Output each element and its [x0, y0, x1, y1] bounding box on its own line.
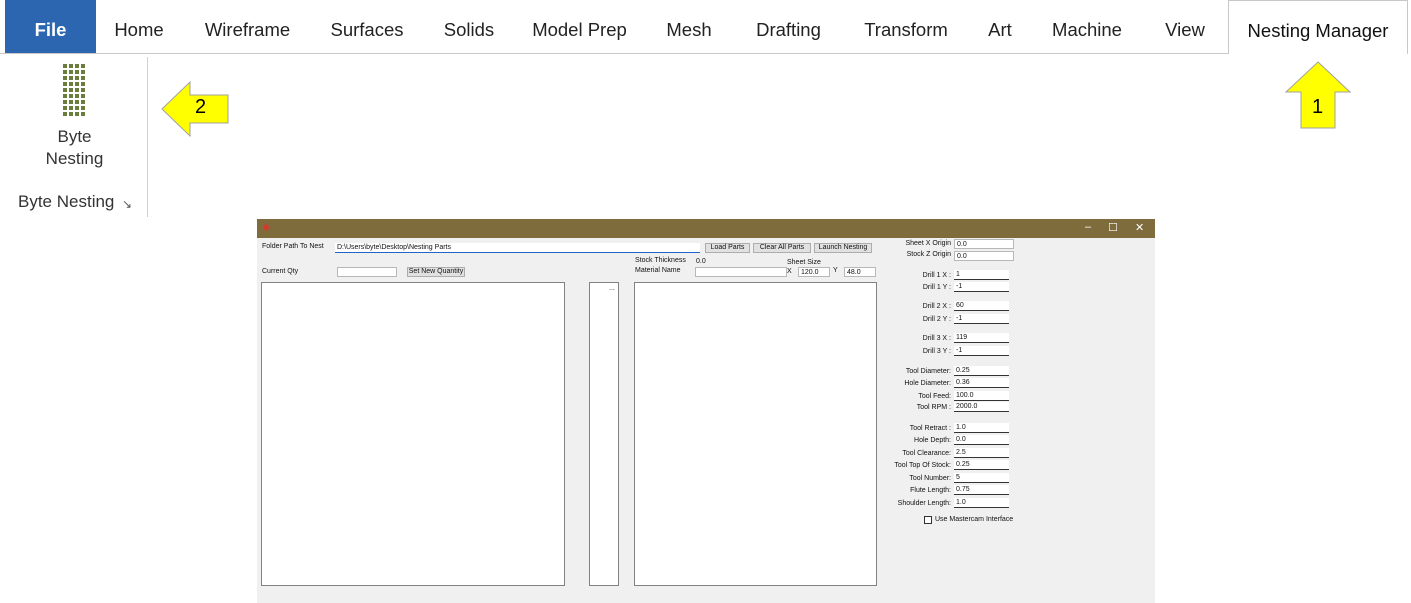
- tab-model-prep[interactable]: Model Prep: [528, 0, 631, 54]
- byte-nesting-label-line2: Nesting: [45, 149, 104, 168]
- setting-input[interactable]: -1: [954, 346, 1009, 356]
- sheet-x-label: X: [787, 268, 792, 275]
- launch-nesting-button[interactable]: Launch Nesting: [814, 243, 872, 253]
- callout-number-2: 2: [195, 96, 207, 118]
- callout-number-1: 1: [1312, 96, 1324, 118]
- setting-label: Drill 1 Y :: [922, 284, 951, 291]
- setting-label: Sheet X Origin: [905, 240, 951, 247]
- app-icon: ✹: [262, 223, 271, 234]
- setting-input[interactable]: 2.5: [954, 448, 1009, 458]
- tab-solids[interactable]: Solids: [438, 0, 500, 54]
- folder-path-label: Folder Path To Nest: [262, 243, 324, 250]
- load-parts-button[interactable]: Load Parts: [705, 243, 750, 253]
- preview-listbox[interactable]: [634, 282, 877, 586]
- sheet-x-input[interactable]: 120.0: [798, 267, 830, 277]
- setting-label: Flute Length:: [910, 487, 951, 494]
- minimize-icon[interactable]: –: [1085, 221, 1091, 233]
- setting-input[interactable]: 119: [954, 333, 1009, 343]
- setting-input[interactable]: 5: [954, 473, 1009, 483]
- grid-dots-icon: [63, 64, 85, 122]
- setting-label: Tool Feed:: [918, 393, 951, 400]
- setting-input[interactable]: 100.0: [954, 391, 1009, 401]
- dialog-launcher-icon[interactable]: ↘: [122, 197, 132, 211]
- setting-label: Hole Depth:: [914, 437, 951, 444]
- tab-drafting[interactable]: Drafting: [744, 0, 833, 54]
- ribbon-divider: [0, 53, 1228, 54]
- setting-input[interactable]: 0.0: [954, 251, 1014, 261]
- setting-label: Shoulder Length:: [897, 500, 951, 507]
- current-qty-label: Current Qty: [262, 268, 299, 275]
- setting-label: Drill 3 X :: [922, 335, 951, 342]
- setting-input[interactable]: 2000.0: [954, 402, 1009, 412]
- setting-label: Tool RPM :: [916, 404, 951, 411]
- ellipsis-text: ...: [609, 285, 615, 292]
- tab-mesh[interactable]: Mesh: [660, 0, 718, 54]
- tab-file[interactable]: File: [5, 0, 96, 54]
- setting-input[interactable]: 0.0: [954, 239, 1014, 249]
- set-new-quantity-button[interactable]: Set New Quantity: [407, 267, 465, 277]
- setting-label: Tool Top Of Stock:: [894, 462, 951, 469]
- setting-label: Tool Number:: [909, 475, 951, 482]
- byte-nesting-label: Byte Nesting: [22, 126, 127, 170]
- stock-thickness-label: Stock Thickness: [635, 257, 686, 264]
- setting-input[interactable]: 0.36: [954, 378, 1009, 388]
- ribbon-tab-bar: File Home Wireframe Surfaces Solids Mode…: [0, 0, 1411, 54]
- setting-input[interactable]: -1: [954, 282, 1009, 292]
- stock-thickness-value[interactable]: 0.0: [696, 258, 706, 265]
- callout-arrow-up-icon: [1284, 61, 1352, 129]
- nesting-window: ✹ – ☐ ✕ Folder Path To Nest D:\Users\byt…: [257, 219, 1155, 603]
- tab-transform[interactable]: Transform: [860, 0, 952, 54]
- setting-label: Drill 2 Y :: [922, 316, 951, 323]
- tab-wireframe[interactable]: Wireframe: [200, 0, 295, 54]
- folder-path-input[interactable]: D:\Users\byte\Desktop\Nesting Parts: [335, 243, 700, 253]
- parts-listbox[interactable]: [261, 282, 565, 586]
- current-qty-input[interactable]: [337, 267, 397, 277]
- group-separator: [147, 57, 148, 217]
- tab-view[interactable]: View: [1157, 0, 1213, 54]
- sheet-size-label: Sheet Size: [787, 259, 821, 266]
- maximize-icon[interactable]: ☐: [1108, 221, 1118, 234]
- use-mastercam-label: Use Mastercam Interface: [935, 516, 1014, 523]
- setting-input[interactable]: 0.75: [954, 485, 1009, 495]
- setting-input[interactable]: -1: [954, 314, 1009, 324]
- setting-input[interactable]: 1: [954, 270, 1009, 280]
- setting-label: Tool Clearance:: [902, 450, 951, 457]
- material-name-input[interactable]: [695, 267, 787, 277]
- sheet-y-label: Y: [833, 267, 838, 274]
- material-name-label: Material Name: [635, 267, 681, 274]
- setting-label: Hole Diameter:: [904, 380, 951, 387]
- setting-label: Drill 2 X :: [922, 303, 951, 310]
- byte-nesting-button[interactable]: Byte Nesting: [22, 62, 127, 174]
- sheet-y-input[interactable]: 48.0: [844, 267, 876, 277]
- tab-machine[interactable]: Machine: [1048, 0, 1126, 54]
- window-titlebar: ✹ – ☐ ✕: [257, 219, 1155, 238]
- setting-input[interactable]: 1.0: [954, 423, 1009, 433]
- group-label-byte-nesting: Byte Nesting: [18, 192, 115, 211]
- clear-all-parts-button[interactable]: Clear All Parts: [753, 243, 811, 253]
- use-mastercam-checkbox[interactable]: [924, 516, 932, 524]
- quantity-listbox[interactable]: ...: [589, 282, 619, 586]
- tab-art[interactable]: Art: [980, 0, 1020, 54]
- tab-nesting-manager[interactable]: Nesting Manager: [1228, 0, 1408, 54]
- tab-home[interactable]: Home: [108, 0, 170, 54]
- setting-label: Tool Retract :: [909, 425, 951, 432]
- byte-nesting-label-line1: Byte: [57, 127, 92, 146]
- close-icon[interactable]: ✕: [1135, 221, 1144, 234]
- setting-label: Stock Z Origin: [906, 251, 951, 258]
- setting-input[interactable]: 0.25: [954, 366, 1009, 376]
- setting-input[interactable]: 0.25: [954, 460, 1009, 470]
- setting-label: Drill 1 X :: [922, 272, 951, 279]
- setting-input[interactable]: 60: [954, 301, 1009, 311]
- setting-label: Drill 3 Y :: [922, 348, 951, 355]
- tab-surfaces[interactable]: Surfaces: [325, 0, 409, 54]
- setting-input[interactable]: 0.0: [954, 435, 1009, 445]
- setting-input[interactable]: 1.0: [954, 498, 1009, 508]
- setting-label: Tool Diameter:: [905, 368, 951, 375]
